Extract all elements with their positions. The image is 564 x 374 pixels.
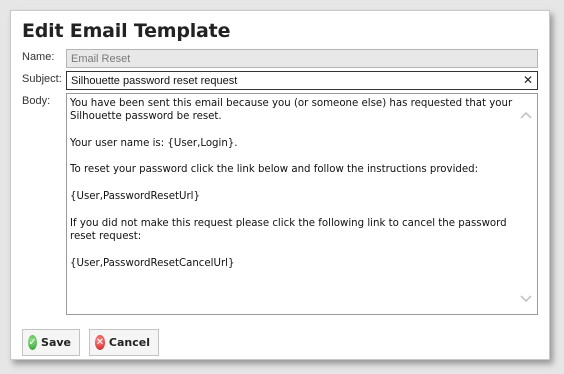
body-textarea[interactable]: You have been sent this email because yo…: [66, 93, 538, 315]
edit-email-template-dialog: Edit Email Template Name: Email Reset Su…: [10, 10, 550, 360]
save-button[interactable]: ✓ Save: [22, 329, 80, 356]
check-circle-icon: ✓: [28, 335, 38, 350]
cancel-button-label: Cancel: [108, 336, 150, 349]
save-button-label: Save: [41, 336, 71, 349]
name-value: Email Reset: [71, 53, 131, 65]
subject-value: Silhouette password reset request: [71, 75, 238, 87]
subject-label: Subject:: [22, 73, 62, 85]
name-field: Email Reset: [66, 49, 538, 68]
chevron-up-icon[interactable]: [520, 110, 532, 120]
body-text: You have been sent this email because yo…: [70, 98, 513, 269]
cancel-button[interactable]: ✕ Cancel: [89, 329, 159, 356]
x-circle-icon: ✕: [95, 335, 105, 350]
name-label: Name:: [22, 51, 55, 63]
dialog-title: Edit Email Template: [22, 20, 231, 42]
body-label: Body:: [22, 95, 51, 107]
chevron-down-icon[interactable]: [520, 294, 532, 304]
subject-field[interactable]: Silhouette password reset request ✕: [66, 71, 538, 90]
close-icon[interactable]: ✕: [523, 73, 533, 88]
